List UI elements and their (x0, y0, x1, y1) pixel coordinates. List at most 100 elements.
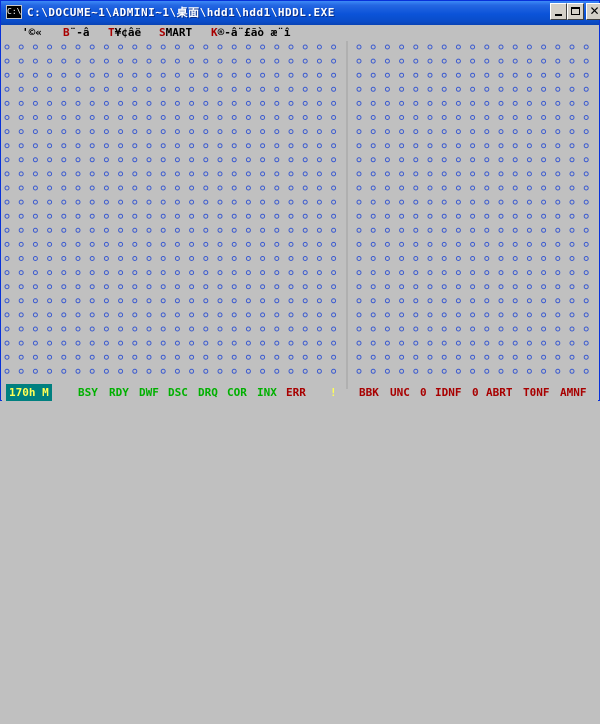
surface-right-cell (484, 185, 490, 191)
surface-left-cell (146, 199, 152, 205)
surface-right-cell (356, 157, 362, 163)
surface-left-cell (231, 326, 237, 332)
surface-right-cell (413, 86, 419, 92)
menu-item-1[interactable]: '©« (22, 25, 42, 41)
surface-right-cell (370, 213, 376, 219)
surface-right-cell (370, 354, 376, 360)
maximize-icon (571, 7, 580, 15)
surface-right-cell (356, 284, 362, 290)
surface-right-cell (427, 368, 433, 374)
surface-left-cell (75, 185, 81, 191)
surface-right-cell (541, 44, 547, 50)
surface-left-cell (231, 340, 237, 346)
minimize-button[interactable] (550, 3, 567, 20)
surface-left-cell (302, 115, 308, 120)
surface-right-cell (427, 185, 433, 191)
surface-left-cell (146, 241, 152, 247)
surface-left-cell (132, 298, 138, 304)
surface-left-cell (18, 58, 24, 64)
surface-right-cell (384, 256, 390, 261)
console-app-icon[interactable]: C:\ (6, 5, 22, 19)
surface-left-cell (288, 326, 294, 332)
surface-left-cell (260, 72, 266, 78)
surface-left-cell (146, 100, 152, 106)
surface-right-cell (413, 368, 419, 374)
surface-left-cell (288, 199, 294, 205)
surface-right-cell (569, 185, 575, 191)
surface-left-cell (245, 340, 251, 346)
surface-left-cell (288, 241, 294, 247)
surface-right-cell (470, 171, 476, 177)
surface-left-cell (118, 298, 124, 304)
surface-left-cell (174, 312, 180, 318)
surface-left-cell (245, 312, 251, 318)
surface-right-cell (526, 129, 532, 135)
surface-left-cell (75, 129, 81, 135)
title-bar[interactable]: C:\ C:\DOCUME~1\ADMINI~1\桌面\hdd1\hdd1\HD… (1, 1, 600, 25)
surface-left-cell (274, 44, 280, 50)
surface-left-cell (331, 185, 337, 191)
surface-left-cell (75, 241, 81, 247)
surface-left-cell (160, 312, 166, 318)
surface-left-cell (231, 100, 237, 106)
surface-left-cell (231, 298, 237, 304)
surface-left-cell (288, 312, 294, 318)
surface-left-cell (217, 298, 223, 304)
surface-left-cell (302, 326, 308, 332)
menu-item-3-hotkey: T (108, 26, 115, 39)
surface-right-cell (583, 185, 589, 191)
surface-left-cell (331, 241, 337, 247)
surface-right-cell (583, 171, 589, 177)
surface-right-cell (541, 115, 547, 120)
surface-left-cell (18, 171, 24, 177)
surface-left-cell (18, 298, 24, 304)
surface-right-cell (427, 312, 433, 318)
surface-left-cell (288, 44, 294, 50)
surface-left-cell (245, 185, 251, 191)
surface-left-cell (18, 100, 24, 106)
surface-right-cell (526, 241, 532, 247)
surface-right-cell (555, 213, 561, 219)
surface-right-cell (555, 241, 561, 247)
surface-left-cell (32, 44, 38, 50)
surface-left-cell (4, 115, 10, 120)
surface-left-cell (203, 157, 209, 163)
surface-left-cell (203, 115, 209, 120)
surface-right-cell (541, 270, 547, 276)
surface-left-cell (302, 199, 308, 205)
maximize-button[interactable] (567, 3, 584, 20)
surface-right-cell (484, 129, 490, 135)
surface-right-cell (370, 340, 376, 346)
menu-item-2[interactable]: B¨-â (63, 25, 90, 41)
menu-item-5[interactable]: K®-â¨£ãò æ¨î (211, 25, 290, 41)
surface-right-cell (413, 213, 419, 219)
close-button[interactable]: ✕ (586, 3, 600, 20)
surface-left-cell (217, 241, 223, 247)
surface-left-cell (245, 284, 251, 290)
surface-left-cell (103, 270, 109, 276)
surface-left-cell (4, 185, 10, 191)
surface-left-cell (245, 298, 251, 304)
surface-left-cell (61, 270, 67, 276)
surface-left-cell (260, 227, 266, 233)
flag-bbk: BBK (359, 386, 379, 399)
menu-item-4[interactable]: SMART (159, 25, 192, 41)
surface-right-cell (470, 368, 476, 374)
surface-right-cell (470, 157, 476, 163)
surface-left-cell (89, 115, 95, 120)
surface-left-cell (260, 312, 266, 318)
surface-left-cell (260, 171, 266, 177)
surface-right-cell (370, 72, 376, 78)
menu-item-3[interactable]: T¥¢âë (108, 25, 141, 41)
surface-right-cell (356, 185, 362, 191)
surface-right-cell (583, 284, 589, 290)
surface-left-cell (231, 270, 237, 276)
surface-left-cell (217, 227, 223, 233)
surface-right-cell (583, 241, 589, 247)
surface-left-cell (260, 284, 266, 290)
surface-left-cell (61, 227, 67, 233)
surface-left-cell (260, 241, 266, 247)
surface-left-cell (146, 58, 152, 64)
surface-left-cell (302, 354, 308, 360)
surface-right-cell (455, 72, 461, 78)
